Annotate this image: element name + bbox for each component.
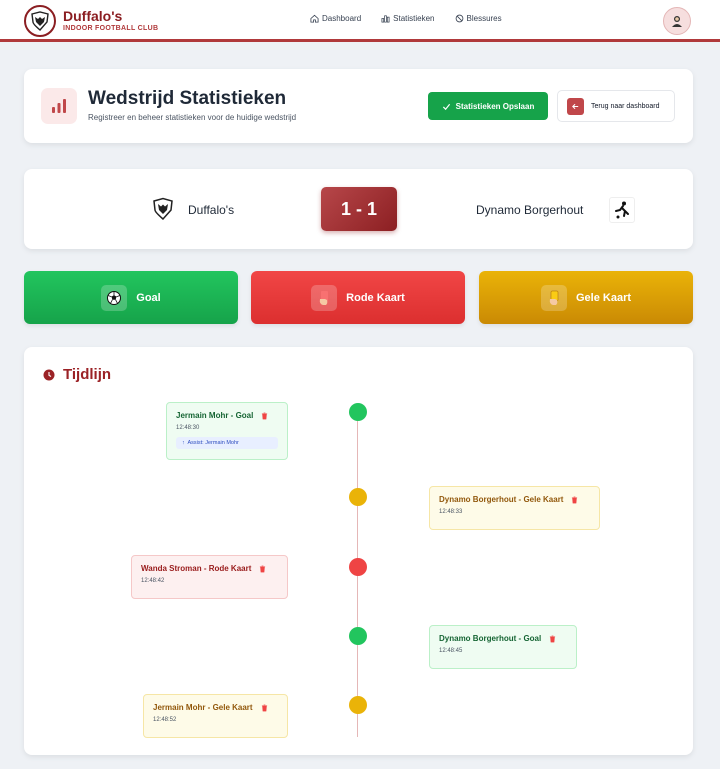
event-title: Dynamo Borgerhout - Goal xyxy=(439,634,542,643)
nav-item-blessures[interactable]: Blessures xyxy=(455,14,502,23)
brand-name: Duffalo's xyxy=(63,8,123,24)
event-time: 12:48:42 xyxy=(141,578,165,584)
page-header-card: Wedstrijd Statistieken Registreer en beh… xyxy=(24,69,693,143)
check-icon xyxy=(442,103,450,110)
red-card-icon xyxy=(311,284,338,311)
page-subtitle: Registreer en beheer statistieken voor d… xyxy=(88,113,297,122)
arrow-left-icon xyxy=(567,97,584,115)
nav-item-label: Dashboard xyxy=(322,14,362,23)
trash-icon[interactable] xyxy=(261,704,268,712)
timeline-title: Tijdlijn xyxy=(63,366,112,383)
home-icon xyxy=(310,14,319,23)
timeline-dot-yellow xyxy=(349,488,367,506)
home-team-logo-icon xyxy=(152,197,174,226)
user-avatar-icon xyxy=(672,16,682,27)
timeline-dot-red xyxy=(349,558,367,576)
add-red-card-label: Rode Kaart xyxy=(346,291,405,304)
event-time: 12:48:30 xyxy=(176,425,200,431)
event-title: Dynamo Borgerhout - Gele Kaart xyxy=(439,495,564,504)
event-time: 12:48:52 xyxy=(153,717,177,723)
add-yellow-card-button[interactable]: Gele Kaart xyxy=(479,271,693,324)
soccer-ball-icon xyxy=(101,284,128,311)
trash-icon[interactable] xyxy=(259,565,266,573)
add-goal-button[interactable]: Goal xyxy=(24,271,238,324)
timeline-event: Jermain Mohr - Gele Kaart 12:48:52 xyxy=(143,694,288,738)
away-team-logo-icon xyxy=(609,197,635,223)
timeline-card: Tijdlijn Jermain Mohr - Goal 12:48:30 ↑ … xyxy=(24,347,693,755)
arrow-up-icon: ↑ xyxy=(182,440,185,446)
match-score: 1 - 1 xyxy=(321,187,397,231)
brand-subtitle: INDOOR FOOTBALL CLUB xyxy=(63,25,159,32)
scoreboard-card: Duffalo's 1 - 1 Dynamo Borgerhout xyxy=(24,169,693,249)
add-goal-label: Goal xyxy=(136,291,161,304)
trash-icon[interactable] xyxy=(261,412,268,420)
back-to-dashboard-label: Terug naar dashboard xyxy=(591,102,660,110)
nav-item-label: Blessures xyxy=(466,14,502,23)
home-team-name: Duffalo's xyxy=(188,203,235,217)
top-navbar: Duffalo's INDOOR FOOTBALL CLUB Dashboard… xyxy=(0,0,720,42)
event-time: 12:48:45 xyxy=(439,648,463,654)
timeline-heading: Tijdlijn xyxy=(43,366,111,383)
ban-icon xyxy=(455,14,463,23)
save-statistics-button[interactable]: Statistieken Opslaan xyxy=(428,92,548,120)
clock-icon xyxy=(43,369,55,380)
nav-item-label: Statistieken xyxy=(393,14,435,23)
brand[interactable]: Duffalo's INDOOR FOOTBALL CLUB xyxy=(24,5,158,37)
nav-item-dashboard[interactable]: Dashboard xyxy=(310,14,361,23)
trash-icon[interactable] xyxy=(549,635,556,643)
event-assist-label: Assist: Jermain Mohr xyxy=(187,440,239,446)
nav-links: Dashboard Statistieken Blessures xyxy=(310,14,502,23)
bar-chart-icon xyxy=(381,15,390,23)
timeline-event: Jermain Mohr - Goal 12:48:30 ↑ Assist: J… xyxy=(166,402,288,460)
nav-item-statistieken[interactable]: Statistieken xyxy=(381,14,435,23)
trash-icon[interactable] xyxy=(571,496,578,504)
add-red-card-button[interactable]: Rode Kaart xyxy=(251,271,465,324)
timeline-dot-yellow xyxy=(349,696,367,714)
save-statistics-label: Statistieken Opslaan xyxy=(455,101,535,111)
add-yellow-card-label: Gele Kaart xyxy=(575,291,632,304)
timeline-event: Dynamo Borgerhout - Goal 12:48:45 xyxy=(429,625,577,669)
event-time: 12:48:33 xyxy=(439,509,463,515)
timeline-dot-goal xyxy=(349,627,367,645)
event-title: Jermain Mohr - Gele Kaart xyxy=(153,703,253,712)
page-title: Wedstrijd Statistieken xyxy=(88,88,287,109)
back-to-dashboard-button[interactable]: Terug naar dashboard xyxy=(557,90,675,122)
yellow-card-icon xyxy=(540,284,567,311)
club-logo-icon xyxy=(24,5,56,37)
timeline-event: Wanda Stroman - Rode Kaart 12:48:42 xyxy=(131,555,288,599)
event-title: Jermain Mohr - Goal xyxy=(176,411,254,420)
timeline-dot-goal xyxy=(349,403,367,421)
event-title: Wanda Stroman - Rode Kaart xyxy=(141,564,252,573)
stats-chart-icon xyxy=(41,88,77,124)
user-avatar[interactable] xyxy=(663,7,691,35)
event-assist: ↑ Assist: Jermain Mohr xyxy=(176,437,278,449)
away-team-name: Dynamo Borgerhout xyxy=(476,203,584,217)
timeline-event: Dynamo Borgerhout - Gele Kaart 12:48:33 xyxy=(429,486,600,530)
